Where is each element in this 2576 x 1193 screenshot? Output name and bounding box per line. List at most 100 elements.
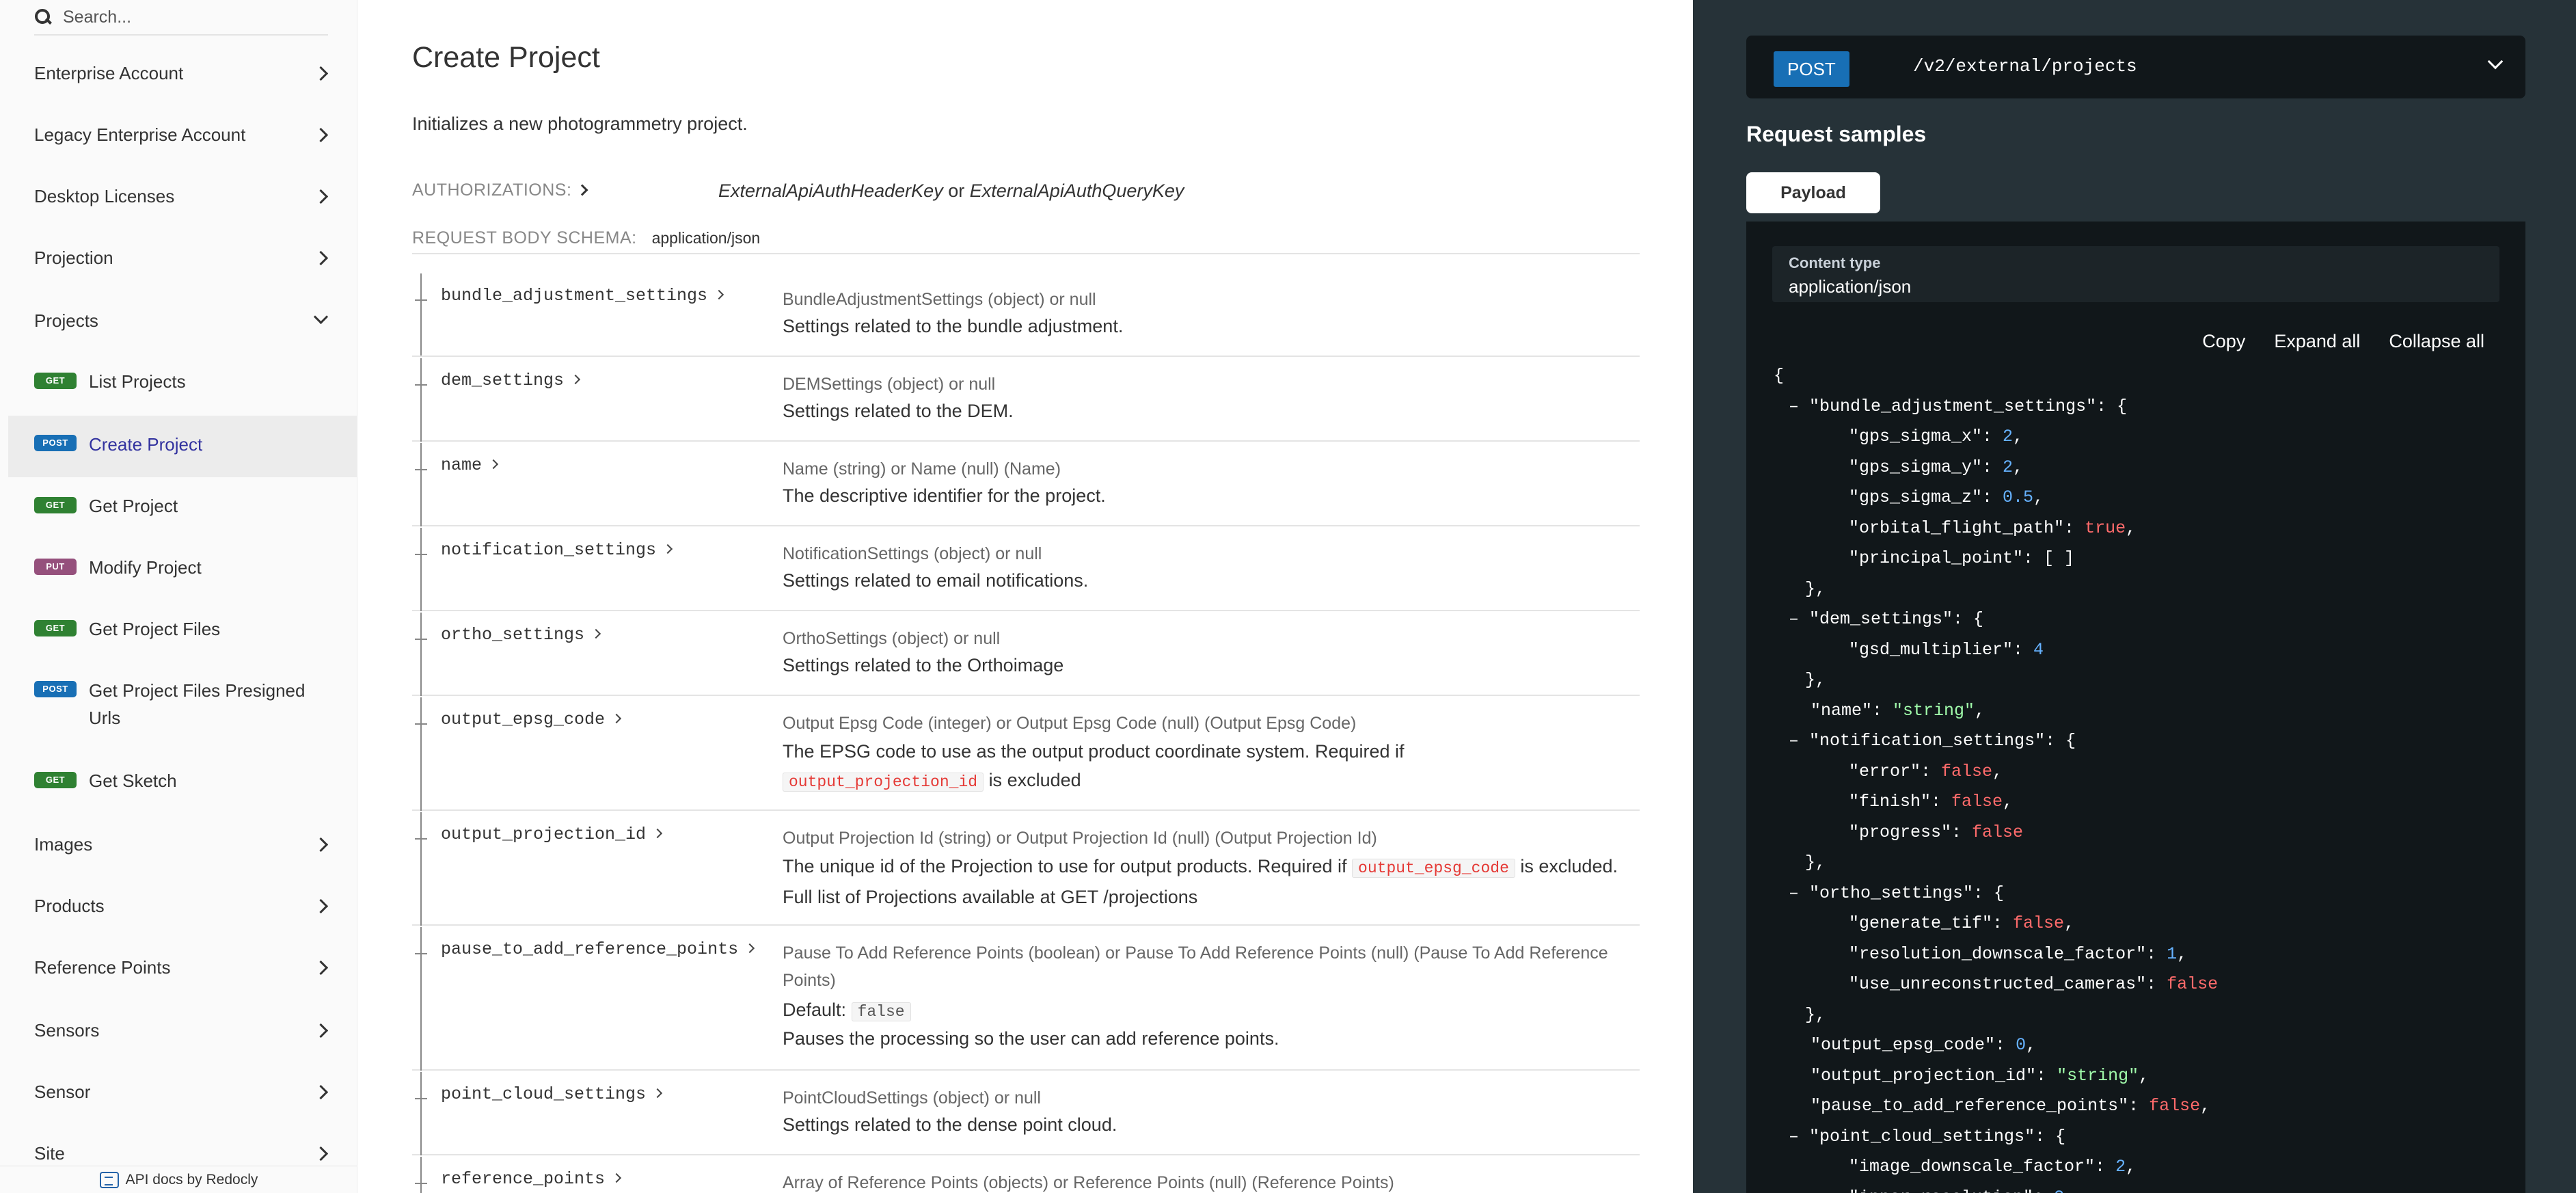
json-value: true: [2085, 518, 2126, 538]
property-description: The unique id of the Projection to use f…: [783, 852, 1630, 911]
json-line: "error": false,: [1849, 757, 2003, 787]
json-key: "generate_tif":: [1849, 913, 2014, 933]
sidebar-item-images[interactable]: Images: [8, 830, 357, 859]
sidebar-item-products[interactable]: Products: [8, 892, 357, 920]
property-name-toggle[interactable]: output_epsg_code: [441, 710, 622, 729]
property-name-toggle[interactable]: ortho_settings: [441, 625, 601, 645]
property-name-toggle[interactable]: point_cloud_settings: [441, 1084, 663, 1104]
property-name-toggle[interactable]: output_projection_id: [441, 825, 663, 844]
sidebar-item-enterprise-account[interactable]: Enterprise Account: [8, 59, 357, 88]
json-line: "gps_sigma_z": 0.5,: [1849, 483, 2044, 513]
property-type: NotificationSettings (object) or null: [783, 544, 1042, 563]
sidebar-item-label: Legacy Enterprise Account: [34, 124, 246, 145]
sidebar-item-label: Enterprise Account: [34, 63, 184, 83]
property-type: Output Epsg Code (integer) or Output Eps…: [783, 714, 1357, 733]
property-row: dem_settings DEMSettings (object) or nul…: [412, 358, 1640, 442]
sidebar-op-label: Create Project: [89, 434, 203, 455]
json-text: "point_cloud_settings": {: [1809, 1126, 2066, 1147]
json-line[interactable]: – "ortho_settings": {: [1789, 879, 2004, 909]
chevron-right-icon: [611, 713, 622, 724]
property-name-toggle[interactable]: notification_settings: [441, 540, 673, 560]
sidebar-op-get-sketch[interactable]: GET Get Sketch: [8, 753, 357, 809]
json-line: },: [1805, 848, 1826, 878]
default-label: Default:: [783, 1000, 847, 1020]
description-text: The EPSG code to use as the output produ…: [783, 741, 1405, 762]
tab-payload[interactable]: Payload: [1746, 172, 1880, 213]
sidebar-op-label: Get Project Files: [89, 619, 221, 639]
expand-all-button[interactable]: Expand all: [2274, 331, 2360, 352]
sidebar-item-projection[interactable]: Projection: [8, 243, 357, 272]
json-line: "name": "string",: [1811, 696, 1985, 726]
sidebar-item-sensors[interactable]: Sensors: [8, 1016, 357, 1045]
endpoint-toggle[interactable]: POST /v2/external/projects: [1746, 36, 2525, 98]
property-name: ortho_settings: [441, 625, 585, 645]
collapse-toggle-icon[interactable]: –: [1789, 397, 1809, 416]
collapse-toggle-icon[interactable]: –: [1789, 731, 1809, 751]
collapse-all-button[interactable]: Collapse all: [2389, 331, 2484, 352]
json-value: false: [1951, 792, 2003, 812]
sidebar-op-get-project-files-presigned-urls[interactable]: POST Get Project Files Presigned Urls: [8, 665, 357, 747]
method-badge: POST: [34, 681, 77, 697]
collapse-toggle-icon[interactable]: –: [1789, 609, 1809, 629]
property-name-toggle[interactable]: pause_to_add_reference_points: [441, 939, 755, 959]
method-badge: POST: [34, 435, 77, 451]
property-name: point_cloud_settings: [441, 1084, 647, 1104]
search-icon: [34, 8, 52, 26]
json-value: 2: [2115, 1157, 2126, 1177]
collapse-toggle-icon[interactable]: –: [1789, 883, 1809, 903]
collapse-toggle-icon[interactable]: –: [1789, 1127, 1809, 1147]
json-line[interactable]: – "notification_settings": {: [1789, 726, 2076, 756]
json-key: "principal_point":: [1849, 548, 2044, 568]
json-line[interactable]: – "point_cloud_settings": {: [1789, 1122, 2065, 1152]
copy-button[interactable]: Copy: [2202, 331, 2245, 352]
sidebar-item-label: Sensor: [34, 1082, 91, 1102]
sidebar-item-label: Desktop Licenses: [34, 186, 175, 206]
sidebar-op-list-projects[interactable]: GET List Projects: [8, 354, 357, 410]
search-input[interactable]: [63, 7, 309, 27]
sample-actions: Copy Expand all Collapse all: [2202, 331, 2484, 352]
sidebar-item-desktop-licenses[interactable]: Desktop Licenses: [8, 182, 357, 211]
property-name-toggle[interactable]: name: [441, 455, 499, 475]
search-box: [34, 0, 328, 36]
sidebar-item-site[interactable]: Site: [8, 1139, 357, 1168]
json-value: [ ]: [2044, 548, 2075, 568]
json-text: "dem_settings": {: [1809, 609, 1984, 629]
property-name-toggle[interactable]: bundle_adjustment_settings: [441, 286, 724, 306]
property-name-toggle[interactable]: dem_settings: [441, 371, 581, 390]
sidebar-item-reference-points[interactable]: Reference Points: [8, 953, 357, 982]
property-type: Array of Reference Points (objects) or R…: [783, 1173, 1394, 1192]
json-key: "use_unreconstructed_cameras":: [1849, 974, 2167, 994]
json-value: 0.5: [2003, 487, 2034, 507]
sidebar-item-sensor[interactable]: Sensor: [8, 1077, 357, 1106]
tree-connector: [412, 528, 430, 611]
property-name-toggle[interactable]: reference_points: [441, 1169, 622, 1189]
property-name: pause_to_add_reference_points: [441, 939, 739, 959]
json-text: },: [1805, 670, 1826, 690]
json-punct: ,: [2013, 427, 2024, 446]
json-key: "gps_sigma_y":: [1849, 457, 2003, 477]
sidebar-item-legacy-enterprise-account[interactable]: Legacy Enterprise Account: [8, 120, 357, 149]
json-value: false: [1941, 761, 1993, 781]
chevron-right-icon: [611, 1172, 622, 1183]
authorizations-toggle[interactable]: AUTHORIZATIONS:: [412, 180, 588, 200]
json-value: 2: [2003, 457, 2014, 477]
sidebar-op-create-project[interactable]: POST Create Project: [8, 416, 357, 477]
chevron-right-icon: [576, 184, 588, 196]
sidebar-op-get-project[interactable]: GET Get Project: [8, 479, 357, 535]
inline-code: output_epsg_code: [1352, 859, 1515, 878]
sidebar-op-get-project-files[interactable]: GET Get Project Files: [8, 602, 357, 658]
inline-code: output_projection_id: [783, 773, 984, 792]
sidebar-op-modify-project[interactable]: PUT Modify Project: [8, 540, 357, 596]
property-row: reference_points Array of Reference Poin…: [412, 1157, 1640, 1193]
request-samples-title: Request samples: [1746, 122, 1927, 146]
property-description: Settings related to the DEM.: [783, 401, 1014, 421]
tree-connector: [412, 273, 430, 356]
json-line[interactable]: – "bundle_adjustment_settings": {: [1789, 392, 2127, 422]
description-text: is excluded: [988, 770, 1081, 790]
json-line[interactable]: – "dem_settings": {: [1789, 604, 1983, 634]
json-line: "gsd_multiplier": 4: [1849, 635, 2044, 665]
schema-label: REQUEST BODY SCHEMA:: [412, 228, 637, 247]
property-row: output_epsg_code Output Epsg Code (integ…: [412, 697, 1640, 811]
sidebar-item-projects[interactable]: Projects: [8, 306, 357, 335]
redocly-credit-link[interactable]: API docs by Redocly: [0, 1166, 357, 1193]
